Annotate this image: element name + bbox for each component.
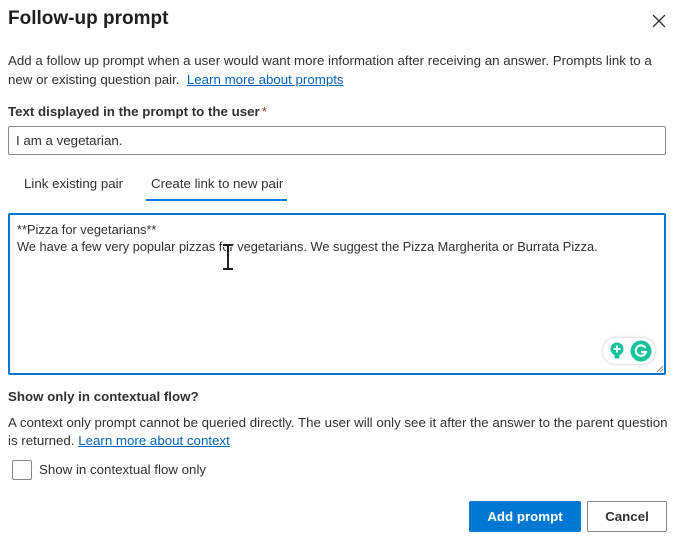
dialog-title: Follow-up prompt [8,8,169,29]
tab-link-existing-pair[interactable]: Link existing pair [24,176,123,191]
prompt-text-label-text: Text displayed in the prompt to the user [8,104,260,119]
answer-editor-content[interactable]: **Pizza for vegetarians** We have a few … [17,221,598,255]
prompt-text-label: Text displayed in the prompt to the user… [8,104,267,119]
grammarly-widget[interactable] [603,338,655,364]
grammarly-g-icon[interactable] [630,340,652,362]
cancel-button[interactable]: Cancel [587,501,667,532]
contextual-title: Show only in contextual flow? [8,389,199,404]
add-prompt-button[interactable]: Add prompt [469,501,581,532]
answer-editor[interactable]: **Pizza for vegetarians** We have a few … [8,213,666,375]
contextual-flow-checkbox-label[interactable]: Show in contextual flow only [39,462,206,477]
prompt-text-input[interactable] [8,126,666,155]
tab-create-link-new-pair[interactable]: Create link to new pair [151,176,283,191]
resize-handle-icon[interactable] [656,365,664,373]
contextual-flow-checkbox[interactable] [12,460,32,480]
close-icon[interactable] [649,11,669,31]
lightbulb-plus-icon[interactable] [607,341,627,361]
contextual-description: A context only prompt cannot be queried … [8,414,670,450]
answer-line-2: We have a few very popular pizzas for ve… [17,239,598,254]
learn-more-prompts-link[interactable]: Learn more about prompts [187,72,344,87]
text-cursor-icon [223,244,233,270]
required-marker: * [261,104,267,119]
selected-tab-indicator [146,199,287,201]
answer-line-1: **Pizza for vegetarians** [17,222,157,237]
learn-more-context-link[interactable]: Learn more about context [78,433,230,448]
dialog-description: Add a follow up prompt when a user would… [8,51,668,89]
